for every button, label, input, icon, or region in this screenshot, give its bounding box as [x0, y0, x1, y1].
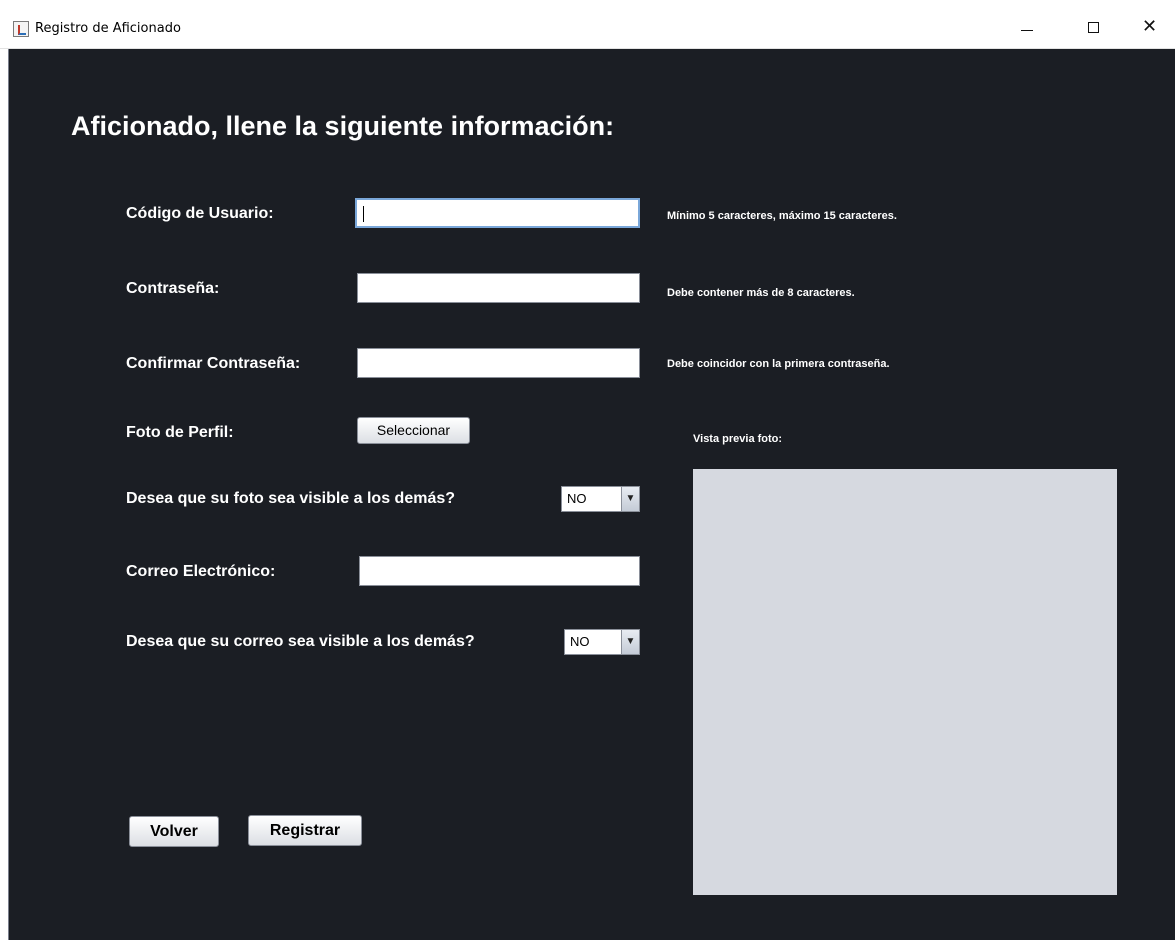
vista-previa-label: Vista previa foto:: [693, 433, 783, 445]
contrasena-label: Contraseña:: [126, 280, 220, 297]
contrasena-input[interactable]: [357, 273, 640, 303]
chevron-down-icon[interactable]: ▼: [621, 487, 639, 511]
codigo-usuario-label: Código de Usuario:: [126, 205, 274, 222]
confirmar-contrasena-input[interactable]: [357, 348, 640, 378]
maximize-icon: [1088, 22, 1099, 33]
chevron-down-icon[interactable]: ▼: [621, 630, 639, 654]
correo-input[interactable]: [359, 556, 640, 586]
text-caret: [363, 206, 364, 222]
window-title: Registro de Aficionado: [35, 21, 181, 36]
foto-visible-label: Desea que su foto sea visible a los demá…: [126, 490, 456, 507]
photo-preview: [693, 469, 1117, 895]
codigo-usuario-hint: Mínimo 5 caracteres, máximo 15 caractere…: [667, 210, 897, 222]
app-window: Registro de Aficionado ✕ Aficionado, lle…: [0, 0, 1175, 940]
foto-visible-value: NO: [567, 491, 587, 506]
registrar-button[interactable]: Registrar: [248, 815, 362, 846]
close-button[interactable]: ✕: [1128, 14, 1174, 44]
minimize-button[interactable]: [1005, 14, 1051, 44]
form-panel: Aficionado, llene la siguiente informaci…: [8, 49, 1175, 940]
foto-perfil-label: Foto de Perfil:: [126, 424, 234, 441]
java-app-icon: [13, 21, 29, 37]
foto-visible-select[interactable]: NO ▼: [561, 486, 640, 512]
correo-visible-select[interactable]: NO ▼: [564, 629, 640, 655]
close-icon: ✕: [1142, 16, 1158, 37]
page-title: Aficionado, llene la siguiente informaci…: [71, 111, 615, 141]
codigo-usuario-input[interactable]: [355, 198, 640, 228]
confirmar-contrasena-hint: Debe coincidor con la primera contraseña…: [667, 358, 890, 370]
title-bar: Registro de Aficionado ✕: [0, 0, 1175, 49]
volver-button[interactable]: Volver: [129, 816, 219, 847]
maximize-button[interactable]: [1072, 14, 1118, 44]
seleccionar-button[interactable]: Seleccionar: [357, 417, 470, 444]
correo-visible-value: NO: [570, 634, 590, 649]
minimize-icon: [1021, 30, 1033, 31]
confirmar-contrasena-label: Confirmar Contraseña:: [126, 355, 301, 372]
correo-label: Correo Electrónico:: [126, 563, 276, 580]
contrasena-hint: Debe contener más de 8 caracteres.: [667, 287, 855, 299]
correo-visible-label: Desea que su correo sea visible a los de…: [126, 633, 475, 650]
